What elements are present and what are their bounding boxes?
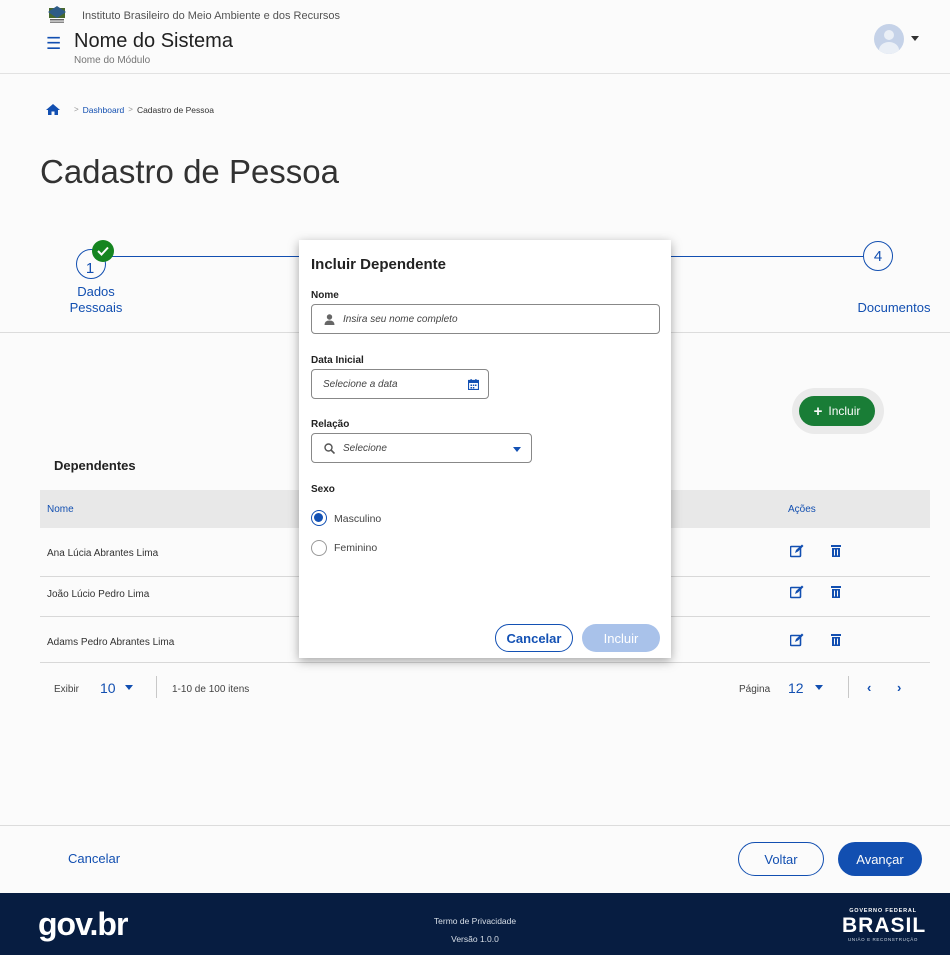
name-placeholder: Insira seu nome completo [343,314,458,325]
radio-masculino-label[interactable]: Masculino [334,513,381,525]
radio-feminino[interactable] [311,540,327,556]
date-input[interactable]: Selecione a data [311,369,489,399]
chevron-down-icon[interactable] [513,447,521,452]
date-placeholder: Selecione a data [323,379,398,390]
name-label: Nome [311,290,339,301]
user-icon [324,314,335,325]
relation-label: Relação [311,419,350,430]
radio-feminino-label[interactable]: Feminino [334,542,377,554]
calendar-icon[interactable] [468,379,479,390]
modal-cancel-button[interactable]: Cancelar [495,624,573,652]
include-dependent-modal: Incluir Dependente Nome Insira seu nome … [299,240,671,658]
brasil-government-logo: GOVERNO FEDERAL BRASIL UNIÃO E RECONSTRU… [842,908,927,946]
relation-placeholder: Selecione [343,443,387,454]
search-icon [324,443,335,454]
brand-bottom-text: UNIÃO E RECONSTRUÇÃO [847,937,918,942]
version-text: Versão 1.0.0 [451,934,499,944]
sex-label: Sexo [311,484,335,495]
privacy-link[interactable]: Termo de Privacidade [0,916,950,926]
radio-masculino[interactable] [311,510,327,526]
date-label: Data Inicial [311,355,364,366]
name-input[interactable]: Insira seu nome completo [311,304,660,334]
brand-main-text: BRASIL [842,914,927,937]
relation-select[interactable]: Selecione [311,433,532,463]
modal-title: Incluir Dependente [311,256,447,273]
modal-include-button[interactable]: Incluir [582,624,660,652]
